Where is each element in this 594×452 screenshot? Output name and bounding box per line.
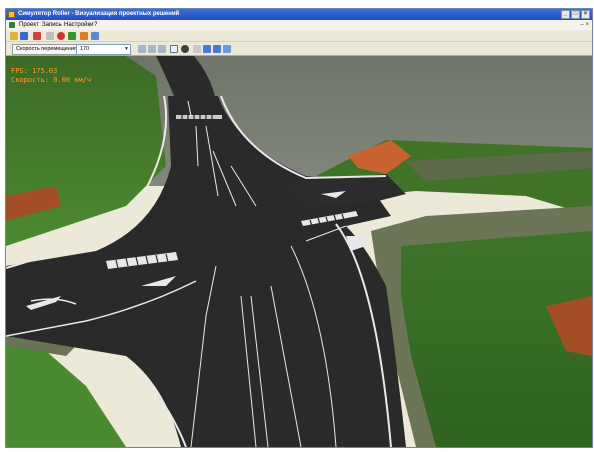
fps-readout: FPS: 175.03 [11,67,58,75]
record-icon[interactable] [57,32,65,40]
speed-label: Скорость перемещения [12,44,81,55]
menu-item-help[interactable]: ? [94,20,97,30]
hud-overlay: FPS: 175.03 Скорость: 0.00 км/ч [11,67,91,85]
export-icon[interactable] [80,32,88,40]
road-scene [6,56,592,447]
speed-readout: Скорость: 0.00 км/ч [11,76,92,84]
maximize-button[interactable]: □ [571,10,580,19]
play-icon[interactable] [68,32,76,40]
speed-value: 170 [80,46,90,52]
application-window: Симулятор Roller - Визуализация проектны… [5,8,593,448]
camera-top-icon[interactable] [148,45,156,53]
settings-icon[interactable] [33,32,41,40]
chevron-down-icon[interactable]: ▼ [123,45,130,54]
grid-icon[interactable] [193,45,201,53]
main-toolbar [6,30,592,42]
camera-view-icon[interactable] [138,45,146,53]
navigation-toolbar: Скорость перемещения 170 ▼ [6,42,592,56]
document-window-controls[interactable]: – × [580,20,589,30]
speed-select[interactable]: 170 ▼ [76,44,131,55]
title-bar: Симулятор Roller - Визуализация проектны… [6,9,592,20]
3d-viewport[interactable]: FPS: 175.03 Скорость: 0.00 км/ч [6,56,592,447]
window-controls: _ □ × [561,10,590,19]
zoom-icon[interactable] [170,45,178,53]
menu-item-project[interactable]: Проект [19,20,39,30]
menu-item-record[interactable]: Запись [42,20,62,30]
left-lower-field [6,346,126,447]
close-button[interactable]: × [581,10,590,19]
app-icon [8,11,15,18]
open-folder-icon[interactable] [10,32,18,40]
shield-alt-icon[interactable] [213,45,221,53]
menu-item-settings[interactable]: Настройки [64,20,93,30]
window-title: Симулятор Roller - Визуализация проектны… [18,11,180,17]
menu-bar: Проект Запись Настройки ? – × [6,20,592,30]
minimize-button[interactable]: _ [561,10,570,19]
print-icon[interactable] [91,32,99,40]
target-icon[interactable] [181,45,189,53]
undo-icon[interactable] [223,45,231,53]
save-icon[interactable] [20,32,28,40]
document-icon [9,22,15,28]
stop-icon[interactable] [46,32,54,40]
camera-side-icon[interactable] [158,45,166,53]
shield-icon[interactable] [203,45,211,53]
